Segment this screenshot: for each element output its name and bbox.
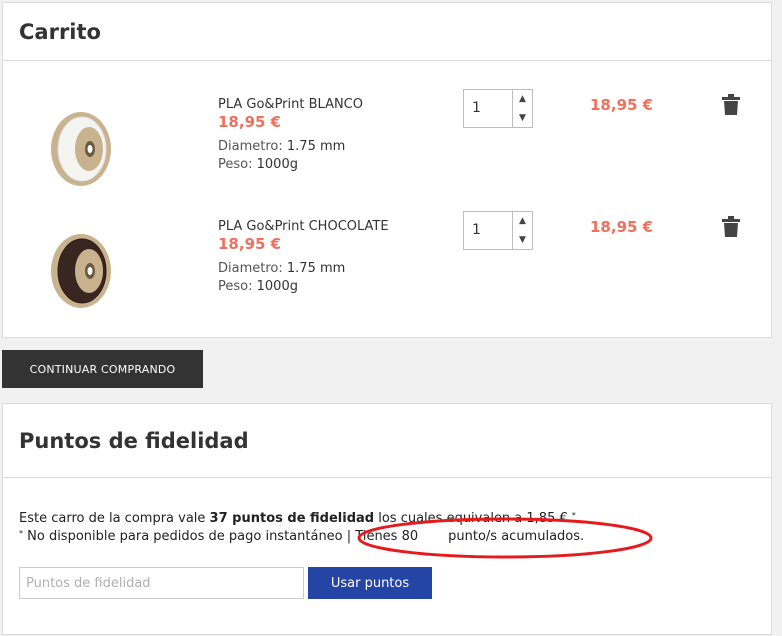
loyalty-balance: Tienes 80	[355, 529, 419, 544]
chevron-down-icon[interactable]: ▼	[512, 230, 532, 249]
continue-shopping-button[interactable]: CONTINUAR COMPRANDO	[2, 350, 203, 388]
loyalty-panel: Puntos de fidelidad Este carro de la com…	[2, 403, 772, 635]
product-attr-diameter: Diametro: 1.75 mm	[218, 139, 346, 154]
loyalty-title: Puntos de fidelidad	[19, 428, 249, 453]
cart-title: Carrito	[19, 19, 101, 44]
chevron-down-icon[interactable]: ▼	[512, 108, 532, 127]
cart-line-item: PLA Go&Print CHOCOLATE 18,95 € Diametro:…	[3, 211, 773, 325]
quantity-value[interactable]: 1	[472, 100, 481, 116]
cart-line-item: PLA Go&Print BLANCO 18,95 € Diametro: 1.…	[3, 89, 773, 203]
product-name[interactable]: PLA Go&Print CHOCOLATE	[218, 219, 389, 234]
use-points-button[interactable]: Usar puntos	[308, 567, 432, 599]
quantity-stepper[interactable]: 1 ▲ ▼	[463, 89, 533, 128]
loyalty-points-input[interactable]	[19, 567, 304, 599]
cart-panel: Carrito PLA Go&Print BLANCO 18,95 € Diam…	[2, 2, 772, 338]
cart-header: Carrito	[3, 3, 771, 61]
product-image-spool-white[interactable]	[36, 105, 122, 191]
chevron-up-icon[interactable]: ▲	[512, 90, 532, 109]
product-attr-weight: Peso: 1000g	[218, 279, 298, 294]
trash-icon[interactable]	[721, 216, 741, 238]
loyalty-note-text: * No disponible para pedidos de pago ins…	[19, 529, 585, 544]
line-total-price: 18,95 €	[590, 218, 654, 236]
product-unit-price: 18,95 €	[218, 235, 282, 253]
product-attr-diameter: Diametro: 1.75 mm	[218, 261, 346, 276]
line-total-price: 18,95 €	[590, 96, 654, 114]
product-unit-price: 18,95 €	[218, 113, 282, 131]
product-image-spool-chocolate[interactable]	[36, 227, 122, 313]
product-attr-weight: Peso: 1000g	[218, 157, 298, 172]
quantity-value[interactable]: 1	[472, 222, 481, 238]
chevron-up-icon[interactable]: ▲	[512, 212, 532, 231]
loyalty-value-text: Este carro de la compra vale 37 puntos d…	[19, 511, 576, 526]
loyalty-points-amount: 37 puntos de fidelidad	[209, 511, 375, 526]
trash-icon[interactable]	[721, 94, 741, 116]
quantity-stepper[interactable]: 1 ▲ ▼	[463, 211, 533, 250]
loyalty-header: Puntos de fidelidad	[3, 404, 771, 478]
product-name[interactable]: PLA Go&Print BLANCO	[218, 97, 363, 112]
